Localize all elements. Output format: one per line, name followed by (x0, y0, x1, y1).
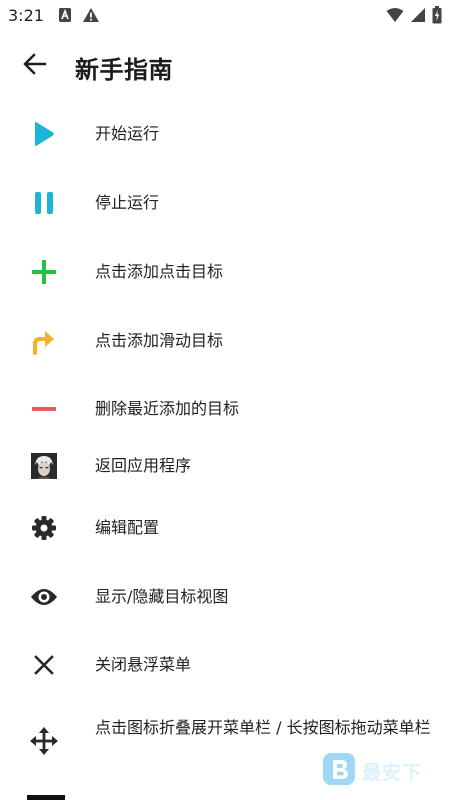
play-icon (26, 116, 62, 152)
gear-icon (26, 510, 62, 546)
guide-item-close-menu[interactable]: 关闭悬浮菜单 (0, 645, 450, 685)
guide-item-start[interactable]: 开始运行 (0, 114, 450, 154)
guide-item-add-tap[interactable]: 点击添加点击目标 (0, 252, 450, 292)
guide-item-delete-last[interactable]: 删除最近添加的目标 (0, 389, 450, 429)
guide-label: 显示/隐藏目标视图 (95, 587, 229, 606)
guide-item-edit-config[interactable]: 编辑配置 (0, 508, 450, 548)
pause-icon (26, 185, 62, 221)
guide-label: 点击添加点击目标 (95, 262, 224, 281)
guide-label: 点击添加滑动目标 (95, 331, 224, 350)
guide-label: 关闭悬浮菜单 (95, 655, 192, 674)
bottom-strip (27, 795, 65, 800)
guide-list: 开始运行 停止运行 点击添加点击目标 点击添加滑动目标 删除最近添加的目标 返回… (0, 0, 450, 800)
guide-label: 点击图标折叠展开菜单栏 / 长按图标拖动菜单栏 (95, 718, 431, 737)
eye-icon (26, 579, 62, 615)
guide-label: 编辑配置 (95, 518, 160, 537)
b-logo-icon (322, 752, 356, 790)
guide-label: 删除最近添加的目标 (95, 399, 240, 418)
app-avatar-icon (26, 448, 62, 484)
move-arrows-icon (26, 723, 62, 759)
guide-item-toggle-target-view[interactable]: 显示/隐藏目标视图 (0, 577, 450, 617)
guide-label: 停止运行 (95, 193, 160, 212)
plus-icon (26, 254, 62, 290)
watermark-text: 最安下 (362, 761, 423, 784)
guide-item-back-to-app[interactable]: 返回应用程序 (0, 446, 450, 486)
minus-icon (26, 391, 62, 427)
watermark: 最安下 (322, 752, 432, 790)
guide-item-stop[interactable]: 停止运行 (0, 183, 450, 223)
close-icon (26, 647, 62, 683)
guide-item-add-swipe[interactable]: 点击添加滑动目标 (0, 321, 450, 361)
guide-label: 返回应用程序 (95, 456, 192, 475)
guide-label: 开始运行 (95, 124, 160, 143)
swipe-arrow-icon (26, 323, 62, 359)
